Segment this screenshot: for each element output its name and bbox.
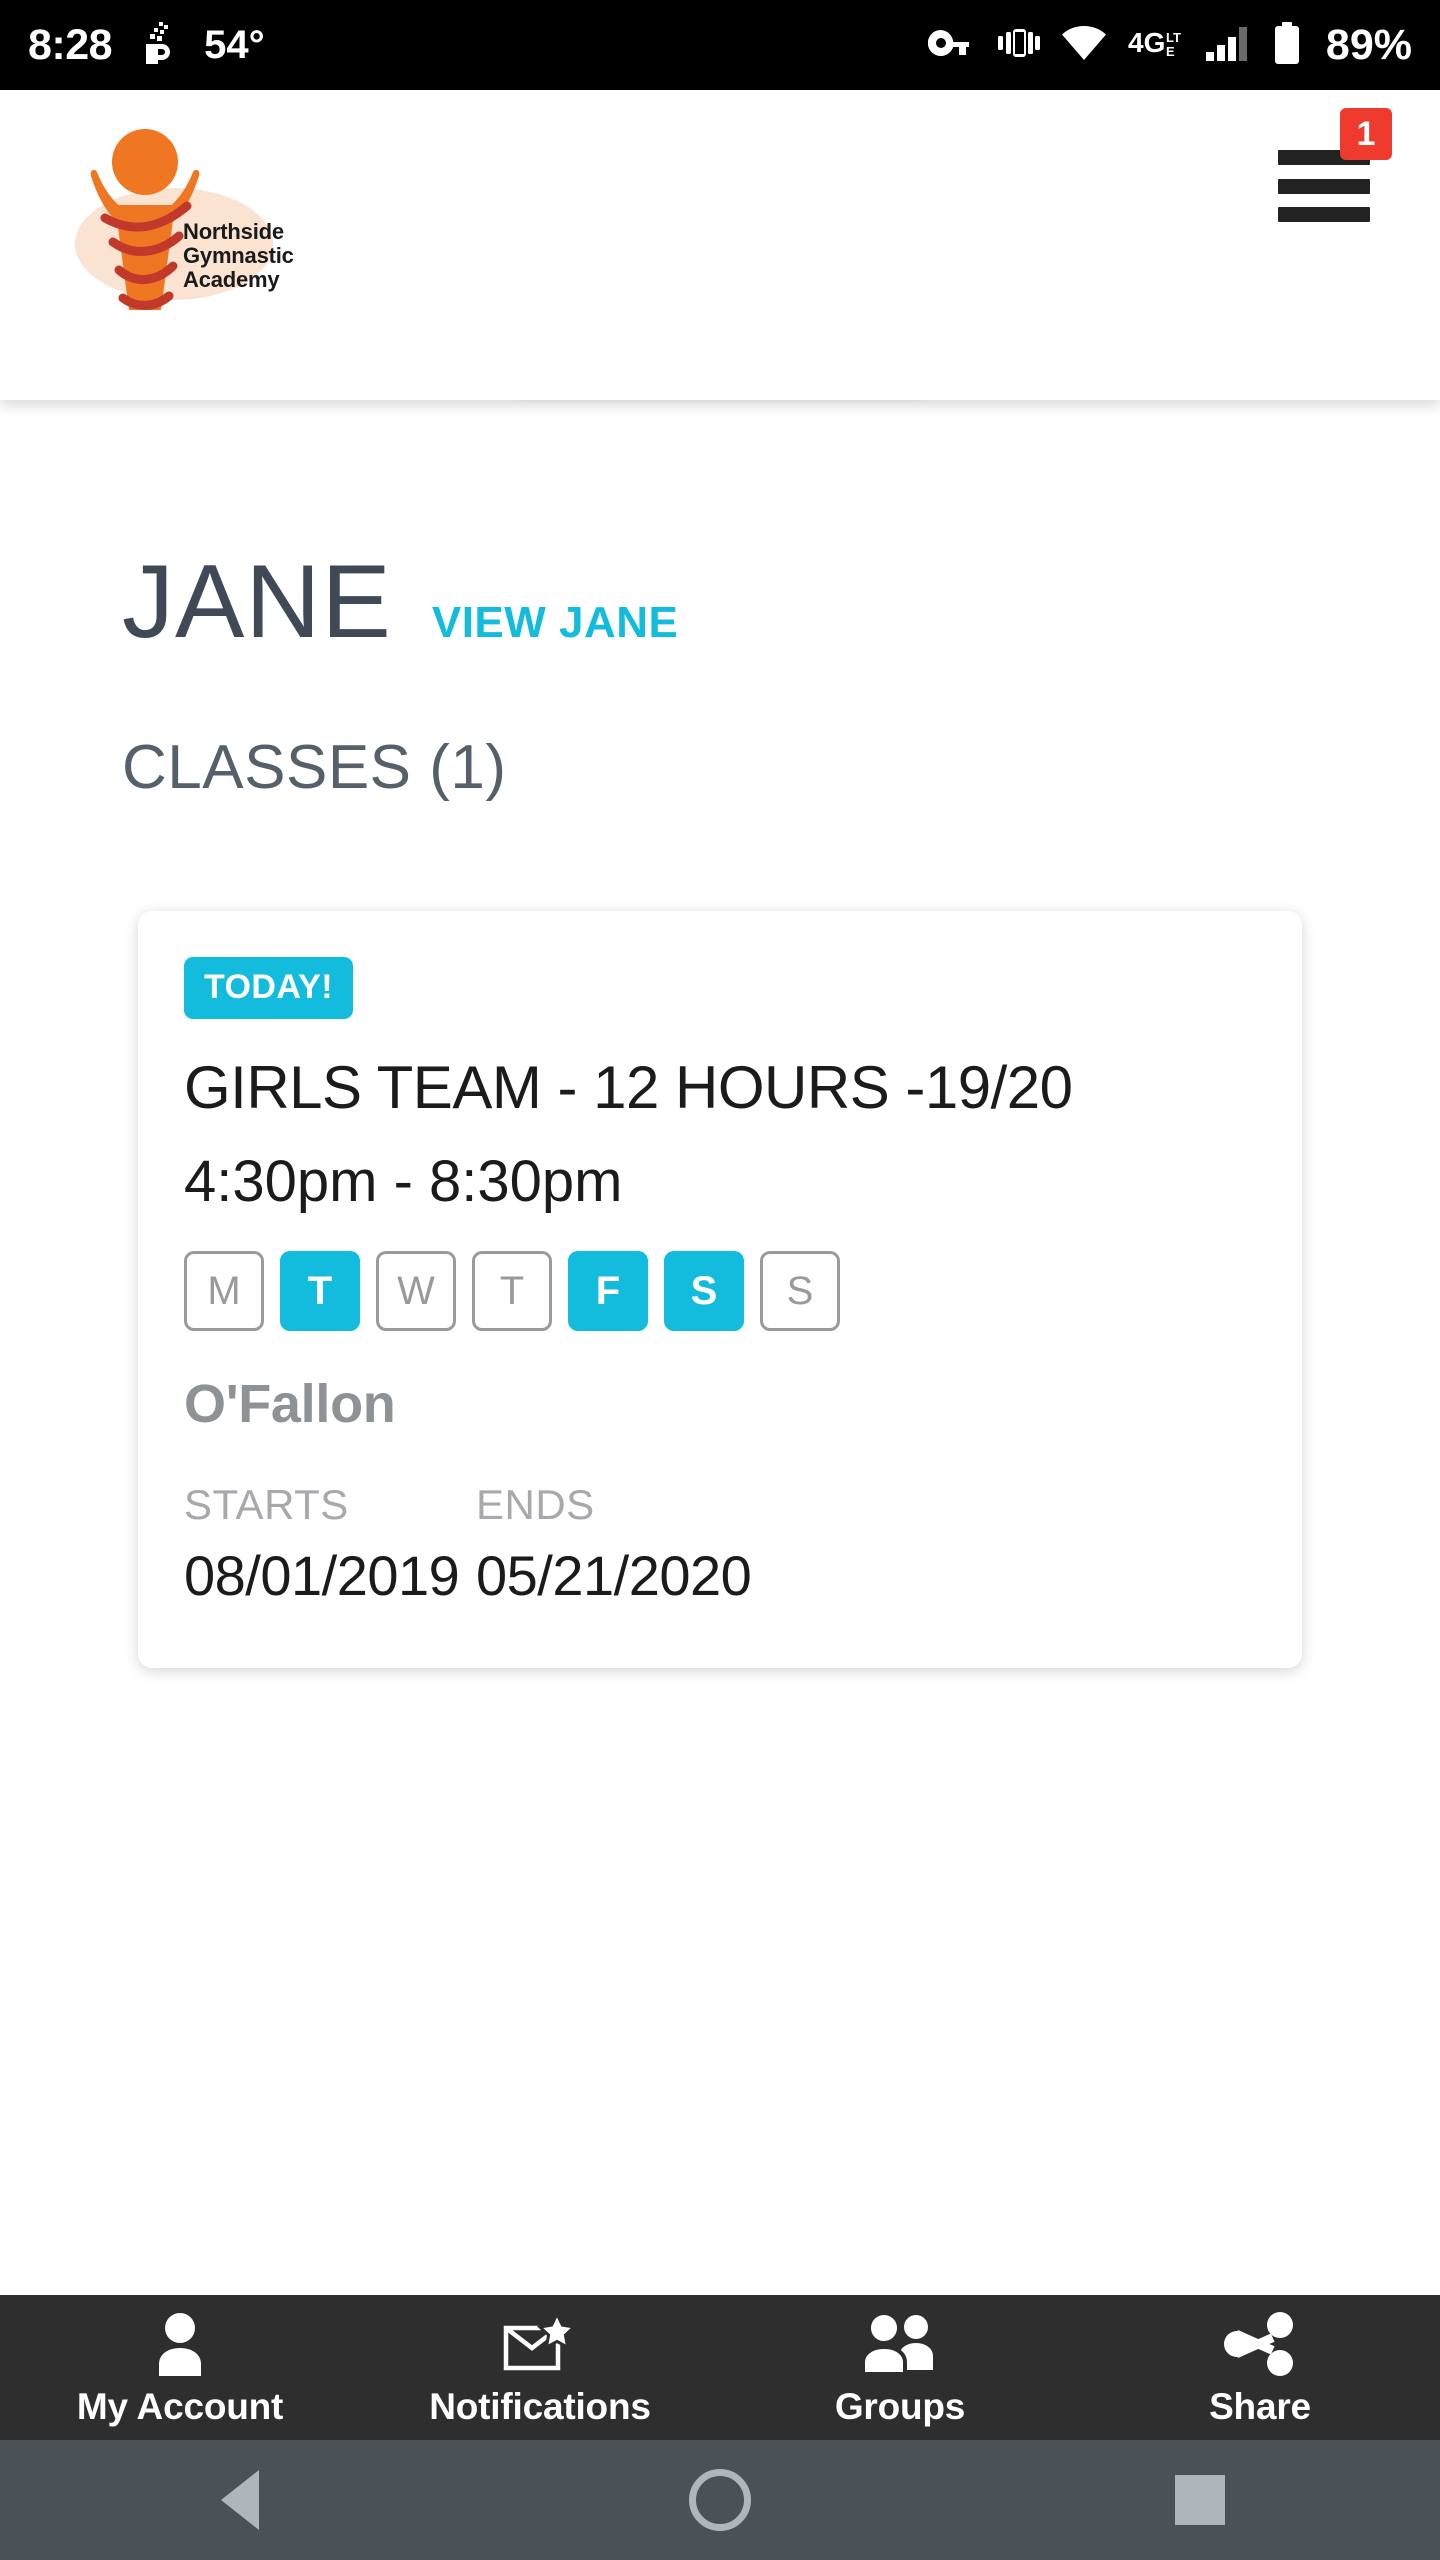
people-group-icon	[854, 2308, 946, 2376]
day-pill[interactable]: T	[280, 1251, 360, 1331]
weather-steam-icon	[138, 20, 178, 71]
day-pill[interactable]: F	[568, 1251, 648, 1331]
menu-area: 1	[1278, 108, 1392, 222]
person-icon	[147, 2308, 213, 2376]
class-dates: STARTS 08/01/2019 ENDS 05/21/2020	[184, 1481, 1256, 1608]
ends-label: ENDS	[476, 1481, 595, 1528]
system-navigation-bar	[0, 2440, 1440, 2560]
starts-label: STARTS	[184, 1481, 349, 1528]
class-title: GIRLS TEAM - 12 HOURS -19/20	[184, 1054, 1073, 1121]
signal-bars-icon	[1205, 25, 1252, 66]
phone-screen: 8:28 54° 4G LT E 89% Northside Gymnastic…	[0, 0, 1440, 2560]
classes-heading: CLASSES (1)	[122, 733, 507, 802]
nav-item-my-account[interactable]: My Account	[0, 2308, 360, 2428]
bottom-navigation: My Account Notifications Groups Share	[0, 2295, 1440, 2440]
day-of-week-row: MTWTFSS	[184, 1251, 1256, 1331]
recents-square-icon[interactable]	[1100, 2440, 1300, 2560]
class-location: O'Fallon	[184, 1374, 396, 1434]
brand-line-1: Northside	[183, 219, 284, 244]
student-header: JANE VIEW JANE	[0, 400, 1440, 654]
status-temperature: 54°	[204, 23, 265, 67]
main-content: JANE VIEW JANE CLASSES (1) TODAY! GIRLS …	[0, 400, 1440, 2295]
network-4glte-icon: 4G LT E	[1128, 26, 1184, 65]
vpn-key-icon	[927, 28, 974, 63]
starts-column: STARTS 08/01/2019	[184, 1481, 476, 1608]
day-pill[interactable]: S	[760, 1251, 840, 1331]
class-card[interactable]: TODAY! GIRLS TEAM - 12 HOURS -19/20 4:30…	[138, 911, 1302, 1668]
status-bar: 8:28 54° 4G LT E 89%	[0, 0, 1440, 90]
nav-label: Notifications	[429, 2385, 651, 2427]
nav-item-share[interactable]: Share	[1080, 2308, 1440, 2428]
status-bar-left: 8:28 54°	[28, 20, 265, 71]
app-header: Northside Gymnastic Academy 1	[0, 90, 1440, 400]
brand-name: Northside Gymnastic Academy	[183, 220, 313, 291]
nav-item-groups[interactable]: Groups	[720, 2308, 1080, 2428]
day-pill[interactable]: M	[184, 1251, 264, 1331]
nav-label: Share	[1209, 2385, 1311, 2427]
page-title: JANE	[122, 544, 392, 660]
home-circle-icon[interactable]	[620, 2440, 820, 2560]
brand-line-2: Gymnastic	[183, 242, 294, 268]
hamburger-menu-icon[interactable]	[1278, 150, 1370, 222]
battery-icon	[1274, 21, 1300, 69]
nav-label: My Account	[76, 2385, 284, 2427]
nav-item-notifications[interactable]: Notifications	[360, 2308, 720, 2428]
starts-value: 08/01/2019	[184, 1544, 460, 1607]
notification-badge[interactable]: 1	[1340, 108, 1392, 160]
share-nodes-icon	[1224, 2308, 1296, 2376]
class-time: 4:30pm - 8:30pm	[184, 1149, 623, 1214]
nav-label: Groups	[834, 2385, 966, 2427]
status-bar-right: 4G LT E 89%	[927, 20, 1412, 69]
today-badge: TODAY!	[184, 957, 353, 1019]
view-student-link[interactable]: VIEW JANE	[432, 598, 679, 648]
svg-text:E: E	[1166, 44, 1175, 59]
wifi-icon	[1061, 25, 1106, 65]
brand-logo[interactable]: Northside Gymnastic Academy	[75, 110, 295, 325]
status-battery-percent: 89%	[1325, 20, 1412, 69]
day-pill[interactable]: W	[376, 1251, 456, 1331]
hamburger-bar	[1278, 178, 1370, 194]
brand-line-3: Academy	[183, 266, 280, 292]
hamburger-bar	[1278, 207, 1370, 222]
day-pill[interactable]: T	[472, 1251, 552, 1331]
ends-column: ENDS 05/21/2020	[476, 1481, 752, 1608]
envelope-star-icon	[503, 2308, 577, 2376]
svg-text:LT: LT	[1166, 30, 1181, 45]
back-triangle-icon[interactable]	[140, 2440, 340, 2560]
vibrate-icon	[996, 27, 1040, 64]
ends-value: 05/21/2020	[476, 1544, 752, 1607]
svg-text:4G: 4G	[1128, 27, 1165, 58]
status-time: 8:28	[28, 20, 113, 69]
day-pill[interactable]: S	[664, 1251, 744, 1331]
